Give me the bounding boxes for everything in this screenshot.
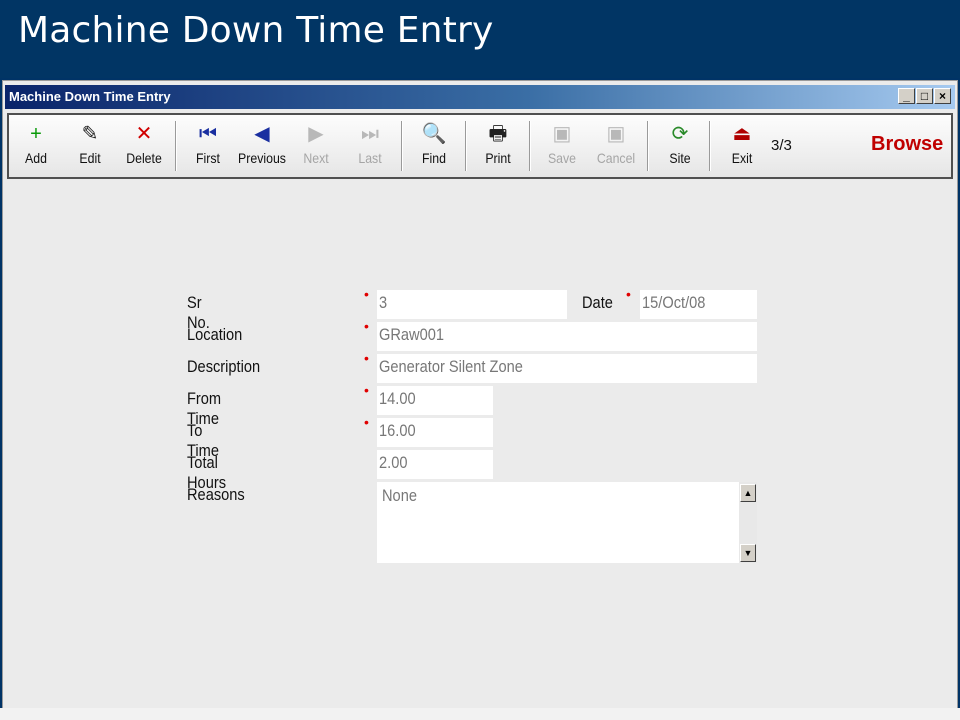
close-icon: × (938, 89, 946, 103)
save-label: Save (547, 150, 577, 166)
toolbar-separator (529, 121, 531, 171)
print-button[interactable]: 🖶 Print (471, 121, 525, 171)
description-value: Generator Silent Zone (379, 357, 523, 376)
save-button[interactable]: ▣ Save (535, 121, 589, 171)
exit-button[interactable]: ⏏ Exit (715, 121, 769, 171)
record-counter: 3/3 (771, 137, 792, 154)
toolbar: + Add ✎ Edit ✕ Delete ⏮ First ◀ Previous ▶ Nex… (7, 113, 953, 179)
last-label: Last (358, 150, 382, 166)
slide-footer (0, 708, 960, 720)
previous-icon: ◀ (254, 123, 270, 145)
previous-button[interactable]: ◀ Previous (235, 121, 289, 171)
add-label: Add (25, 150, 47, 166)
delete-icon: ✕ (135, 123, 153, 145)
minimize-icon: _ (903, 89, 910, 103)
window-titlebar[interactable]: Machine Down Time Entry _ □ × (5, 85, 955, 109)
required-marker: • (364, 414, 369, 430)
exit-label: Exit (731, 150, 753, 166)
arrow-down-icon: ▼ (743, 548, 753, 558)
site-icon: ⟳ (671, 123, 689, 145)
minimize-button[interactable]: _ (898, 88, 915, 104)
toolbar-separator (709, 121, 711, 171)
reasons-scrollbar[interactable]: ▲ ▼ (739, 482, 757, 563)
cancel-icon: ▣ (606, 123, 626, 145)
description-label: Description (187, 357, 261, 376)
description-field[interactable]: Generator Silent Zone (377, 354, 757, 383)
maximize-button[interactable]: □ (916, 88, 933, 104)
required-marker: • (364, 286, 369, 302)
printer-icon: 🖶 (488, 123, 508, 145)
location-value: GRaw001 (379, 325, 445, 344)
window-title: Machine Down Time Entry (9, 89, 171, 104)
location-field[interactable]: GRaw001 (377, 322, 757, 351)
required-marker: • (626, 286, 631, 302)
first-label: First (196, 150, 220, 166)
maximize-icon: □ (920, 89, 929, 103)
total-hours-field[interactable]: 2.00 (377, 450, 493, 479)
reasons-value: None (382, 486, 417, 505)
slide-title: Machine Down Time Entry (18, 10, 494, 51)
edit-button[interactable]: ✎ Edit (63, 121, 117, 171)
toolbar-separator (465, 121, 467, 171)
date-value: 15/Oct/08 (642, 293, 706, 312)
next-icon: ▶ (308, 123, 324, 145)
required-marker: • (364, 382, 369, 398)
close-button[interactable]: × (934, 88, 951, 104)
cancel-label: Cancel (596, 150, 636, 166)
next-label: Next (303, 150, 329, 166)
save-icon: ▣ (552, 123, 572, 145)
binoculars-icon: 🔍 (421, 123, 447, 145)
cancel-button[interactable]: ▣ Cancel (589, 121, 643, 171)
total-hours-value: 2.00 (379, 453, 408, 472)
find-label: Find (422, 150, 446, 166)
to-time-field[interactable]: 16.00 (377, 418, 493, 447)
date-field[interactable]: 15/Oct/08 (640, 290, 757, 319)
toolbar-separator (647, 121, 649, 171)
next-button[interactable]: ▶ Next (289, 121, 343, 171)
plus-icon: + (30, 123, 42, 145)
last-icon: ⏭ (361, 123, 379, 145)
required-marker: • (364, 350, 369, 366)
site-label: Site (669, 150, 691, 166)
delete-button[interactable]: ✕ Delete (117, 121, 171, 171)
arrow-up-icon: ▲ (743, 488, 753, 498)
toolbar-separator (175, 121, 177, 171)
add-button[interactable]: + Add (9, 121, 63, 171)
from-time-value: 14.00 (379, 389, 416, 408)
find-button[interactable]: 🔍 Find (407, 121, 461, 171)
sr-no-field[interactable]: 3 (377, 290, 567, 319)
first-button[interactable]: ⏮ First (181, 121, 235, 171)
reasons-label: Reasons (187, 485, 245, 504)
print-label: Print (485, 150, 511, 166)
toolbar-separator (401, 121, 403, 171)
last-button[interactable]: ⏭ Last (343, 121, 397, 171)
reasons-textarea[interactable]: None ▲ ▼ (377, 482, 757, 563)
mode-indicator: Browse (871, 133, 944, 155)
location-label: Location (187, 325, 243, 344)
first-icon: ⏮ (199, 123, 217, 145)
site-button[interactable]: ⟳ Site (653, 121, 707, 171)
from-time-field[interactable]: 14.00 (377, 386, 493, 415)
previous-label: Previous (238, 150, 286, 166)
scroll-up-button[interactable]: ▲ (740, 484, 756, 502)
date-label: Date (582, 293, 613, 312)
scroll-down-button[interactable]: ▼ (740, 544, 756, 562)
required-marker: • (364, 318, 369, 334)
to-time-value: 16.00 (379, 421, 416, 440)
edit-label: Edit (79, 150, 101, 166)
edit-icon: ✎ (81, 123, 99, 145)
slide-banner: Machine Down Time Entry (0, 0, 960, 78)
sr-no-value: 3 (379, 293, 388, 312)
exit-icon: ⏏ (732, 123, 752, 145)
delete-label: Delete (126, 150, 162, 166)
